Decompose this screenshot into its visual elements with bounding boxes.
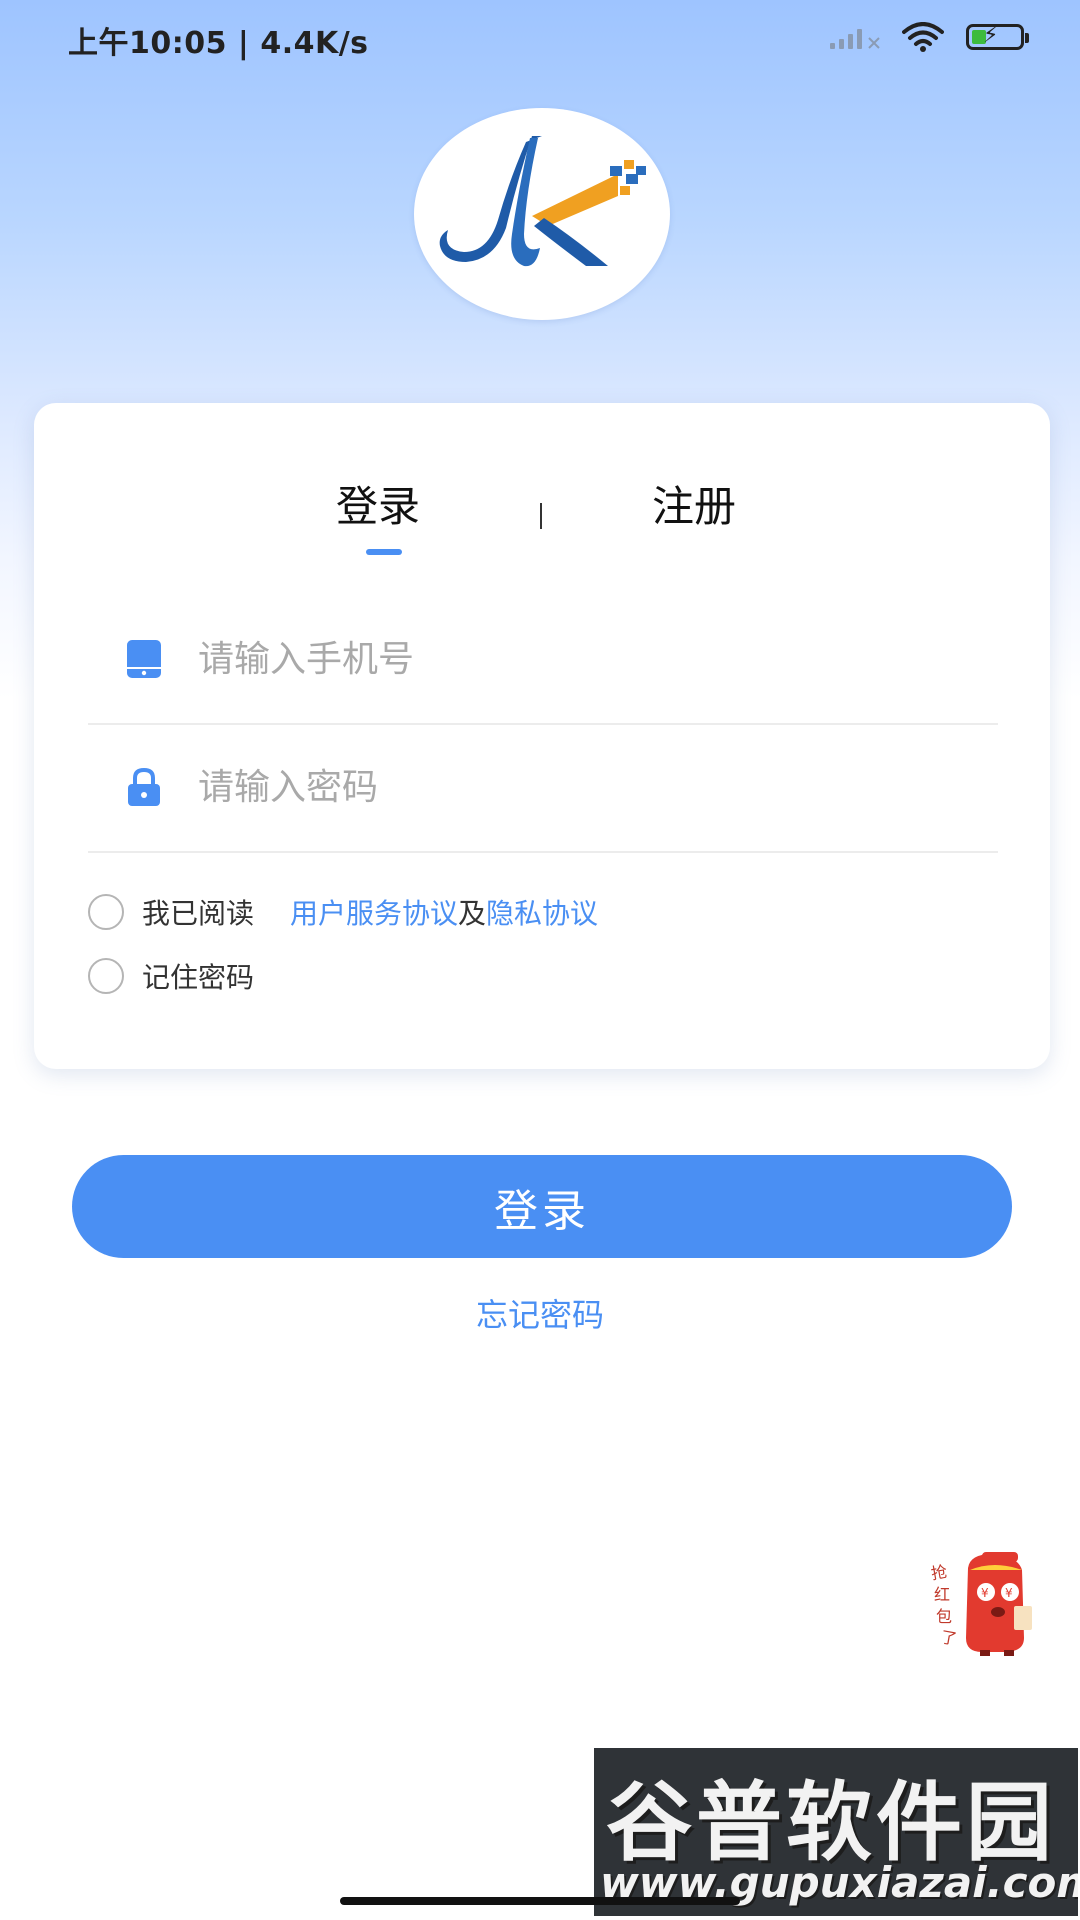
agreement-prefix: 我已阅读 — [142, 897, 255, 930]
tab-login[interactable]: 登录 — [336, 473, 420, 534]
svg-text:包: 包 — [936, 1607, 952, 1626]
tab-divider — [540, 503, 542, 529]
forgot-password-link: 忘记密码 — [0, 1290, 1080, 1336]
svg-text:抢: 抢 — [930, 1562, 949, 1583]
agreement-row: 我已阅读 用户服务协议 及 隐私协议 — [88, 890, 598, 934]
phone-icon — [127, 640, 161, 678]
agreement-checkbox[interactable] — [88, 894, 124, 930]
forgot-password-text[interactable]: 忘记密码 — [476, 1296, 604, 1334]
privacy-policy-link[interactable]: 隐私协议 — [486, 892, 598, 932]
svg-text:红: 红 — [934, 1585, 950, 1604]
signal-icon — [830, 25, 880, 49]
phone-input[interactable] — [198, 629, 958, 689]
lock-icon — [128, 767, 160, 806]
remember-password-label: 记住密码 — [142, 961, 255, 994]
status-bar: 上午10:05 | 4.4K/s ⚡ — [0, 0, 1080, 80]
remember-row: 记住密码 — [88, 954, 254, 998]
remember-password-checkbox[interactable] — [88, 958, 124, 994]
svg-text:¥: ¥ — [981, 1586, 989, 1600]
user-service-agreement-link[interactable]: 用户服务协议 — [290, 892, 458, 932]
password-field — [88, 723, 998, 853]
red-envelope-mascot-icon: 抢 红 包 了 ¥ ¥ — [930, 1552, 1032, 1656]
svg-text:¥: ¥ — [1005, 1586, 1013, 1600]
phone-field — [88, 595, 998, 725]
svg-text:了: 了 — [939, 1627, 958, 1648]
agreement-conjunction: 及 — [458, 897, 487, 930]
home-indicator[interactable] — [340, 1897, 740, 1905]
app-logo — [414, 108, 670, 320]
password-input[interactable] — [198, 757, 958, 817]
status-time: 上午10:05 | 4.4K/s — [68, 26, 369, 61]
auth-tabs: 登录 注册 — [34, 473, 1050, 553]
login-button[interactable]: 登录 — [72, 1155, 1012, 1258]
wifi-icon — [902, 22, 944, 52]
red-envelope-promo[interactable]: 抢 红 包 了 ¥ ¥ — [930, 1548, 1040, 1658]
watermark-logo: 谷普软件园 www.gupuxiazai.com — [594, 1748, 1078, 1916]
battery-charging-icon: ⚡ — [966, 23, 1029, 50]
active-tab-indicator — [366, 549, 402, 555]
tab-register[interactable]: 注册 — [652, 473, 736, 534]
status-icons: ⚡ — [830, 22, 1029, 52]
